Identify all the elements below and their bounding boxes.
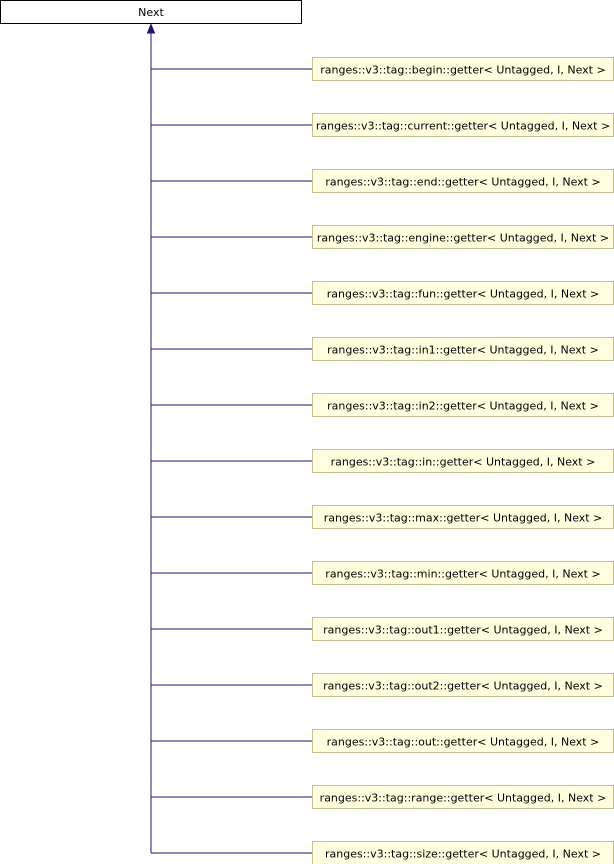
- child-nodes-layer: ranges::v3::tag::begin::getter< Untagged…: [312, 57, 614, 864]
- child-node-label: ranges::v3::tag::end::getter< Untagged, …: [325, 176, 600, 189]
- child-node[interactable]: ranges::v3::tag::out2::getter< Untagged,…: [312, 673, 614, 697]
- child-node[interactable]: ranges::v3::tag::end::getter< Untagged, …: [312, 169, 614, 193]
- child-node-label: ranges::v3::tag::engine::getter< Untagge…: [317, 232, 609, 245]
- child-node[interactable]: ranges::v3::tag::max::getter< Untagged, …: [312, 505, 614, 529]
- child-node-label: ranges::v3::tag::size::getter< Untagged,…: [325, 848, 601, 861]
- child-node-label: ranges::v3::tag::range::getter< Untagged…: [320, 792, 607, 805]
- child-node-label: ranges::v3::tag::in2::getter< Untagged, …: [327, 400, 599, 413]
- root-node-label: Next: [138, 6, 164, 19]
- child-node[interactable]: ranges::v3::tag::min::getter< Untagged, …: [312, 561, 614, 585]
- child-node-label: ranges::v3::tag::in1::getter< Untagged, …: [327, 344, 599, 357]
- root-node-next[interactable]: Next: [0, 0, 302, 24]
- edges-layer: [146, 23, 313, 854]
- child-node-label: ranges::v3::tag::current::getter< Untagg…: [316, 120, 610, 133]
- child-node[interactable]: ranges::v3::tag::range::getter< Untagged…: [312, 785, 614, 809]
- arrowhead-icon: [146, 23, 156, 34]
- child-node-label: ranges::v3::tag::out2::getter< Untagged,…: [323, 680, 603, 693]
- child-node-label: ranges::v3::tag::out::getter< Untagged, …: [327, 736, 600, 749]
- child-node-label: ranges::v3::tag::min::getter< Untagged, …: [325, 568, 600, 581]
- child-node[interactable]: ranges::v3::tag::engine::getter< Untagge…: [312, 225, 614, 249]
- child-node[interactable]: ranges::v3::tag::current::getter< Untagg…: [312, 113, 614, 137]
- child-node-label: ranges::v3::tag::out1::getter< Untagged,…: [323, 624, 603, 637]
- child-node[interactable]: ranges::v3::tag::in1::getter< Untagged, …: [312, 337, 614, 361]
- child-node[interactable]: ranges::v3::tag::fun::getter< Untagged, …: [312, 281, 614, 305]
- child-node-label: ranges::v3::tag::fun::getter< Untagged, …: [327, 288, 599, 301]
- child-node[interactable]: ranges::v3::tag::in::getter< Untagged, I…: [312, 449, 614, 473]
- inheritance-diagram: Next ranges::v3::tag::begin::getter< Unt…: [0, 0, 614, 864]
- child-node-label: ranges::v3::tag::in::getter< Untagged, I…: [331, 456, 596, 469]
- child-node[interactable]: ranges::v3::tag::size::getter< Untagged,…: [312, 841, 614, 864]
- child-node[interactable]: ranges::v3::tag::begin::getter< Untagged…: [312, 57, 614, 81]
- child-node[interactable]: ranges::v3::tag::out1::getter< Untagged,…: [312, 617, 614, 641]
- child-node[interactable]: ranges::v3::tag::out::getter< Untagged, …: [312, 729, 614, 753]
- child-node-label: ranges::v3::tag::max::getter< Untagged, …: [324, 512, 603, 525]
- child-node-label: ranges::v3::tag::begin::getter< Untagged…: [320, 64, 605, 77]
- child-node[interactable]: ranges::v3::tag::in2::getter< Untagged, …: [312, 393, 614, 417]
